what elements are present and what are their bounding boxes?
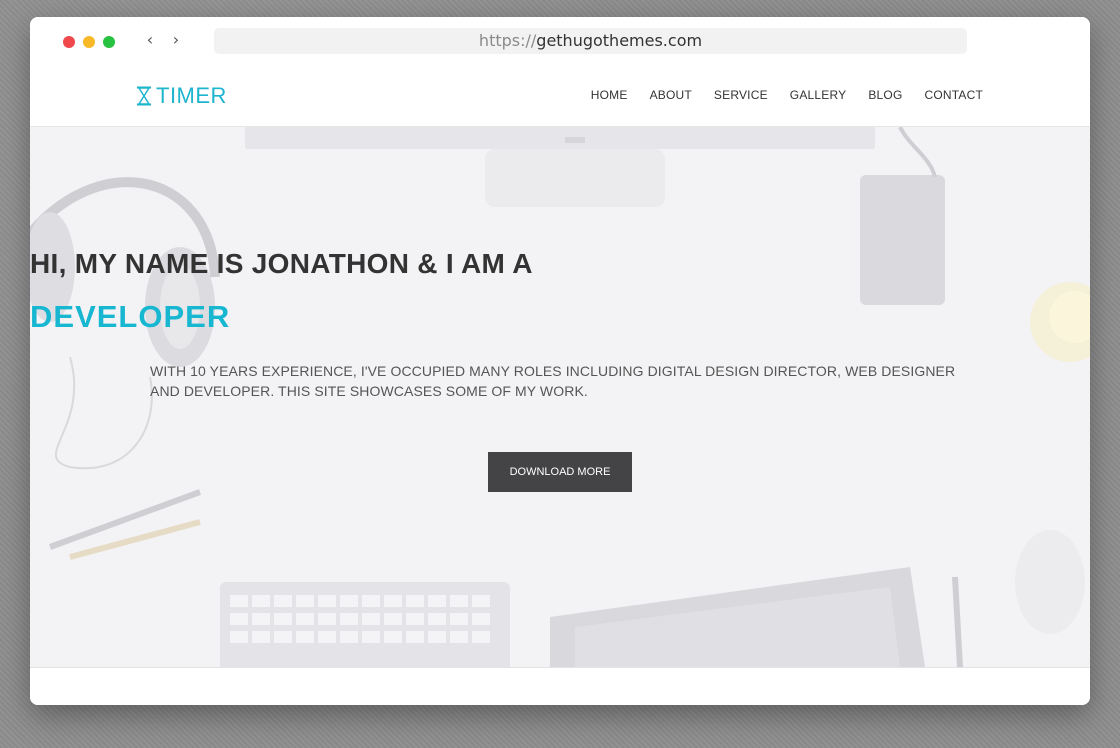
nav-home[interactable]: HOME <box>591 88 628 102</box>
main-nav: HOME ABOUT SERVICE GALLERY BLOG CONTACT <box>569 88 983 102</box>
maximize-window-dot[interactable] <box>103 36 115 48</box>
nav-gallery[interactable]: GALLERY <box>790 88 847 102</box>
page-footer-strip <box>30 667 1090 705</box>
address-bar[interactable]: https://gethugothemes.com <box>214 28 967 54</box>
chevron-left-icon[interactable]: ‹ <box>142 30 158 50</box>
chevron-right-icon[interactable]: › <box>168 30 184 50</box>
site-header: TIMER HOME ABOUT SERVICE GALLERY BLOG CO… <box>30 67 1090 127</box>
hero-section: HI, MY NAME IS JONATHON & I AM A DEVELOP… <box>30 127 1090 667</box>
browser-window: ‹ › https://gethugothemes.com TIMER HOME… <box>30 17 1090 705</box>
browser-toolbar: ‹ › https://gethugothemes.com <box>30 17 1090 67</box>
site-logo[interactable]: TIMER <box>136 83 227 108</box>
url-scheme: https:// <box>478 31 537 50</box>
hourglass-icon <box>137 86 151 106</box>
url-host: gethugothemes.com <box>536 31 703 50</box>
hero-description: WITH 10 YEARS EXPERIENCE, I'VE OCCUPIED … <box>150 363 956 399</box>
minimize-window-dot[interactable] <box>83 36 95 48</box>
close-window-dot[interactable] <box>63 36 75 48</box>
hero-role: DEVELOPER <box>30 299 231 334</box>
hero-headline: HI, MY NAME IS JONATHON & I AM A <box>30 248 533 279</box>
nav-about[interactable]: ABOUT <box>650 88 692 102</box>
nav-contact[interactable]: CONTACT <box>924 88 983 102</box>
nav-service[interactable]: SERVICE <box>714 88 768 102</box>
nav-blog[interactable]: BLOG <box>868 88 902 102</box>
download-more-button[interactable]: DOWNLOAD MORE <box>488 452 632 492</box>
logo-text: TIMER <box>156 83 227 108</box>
